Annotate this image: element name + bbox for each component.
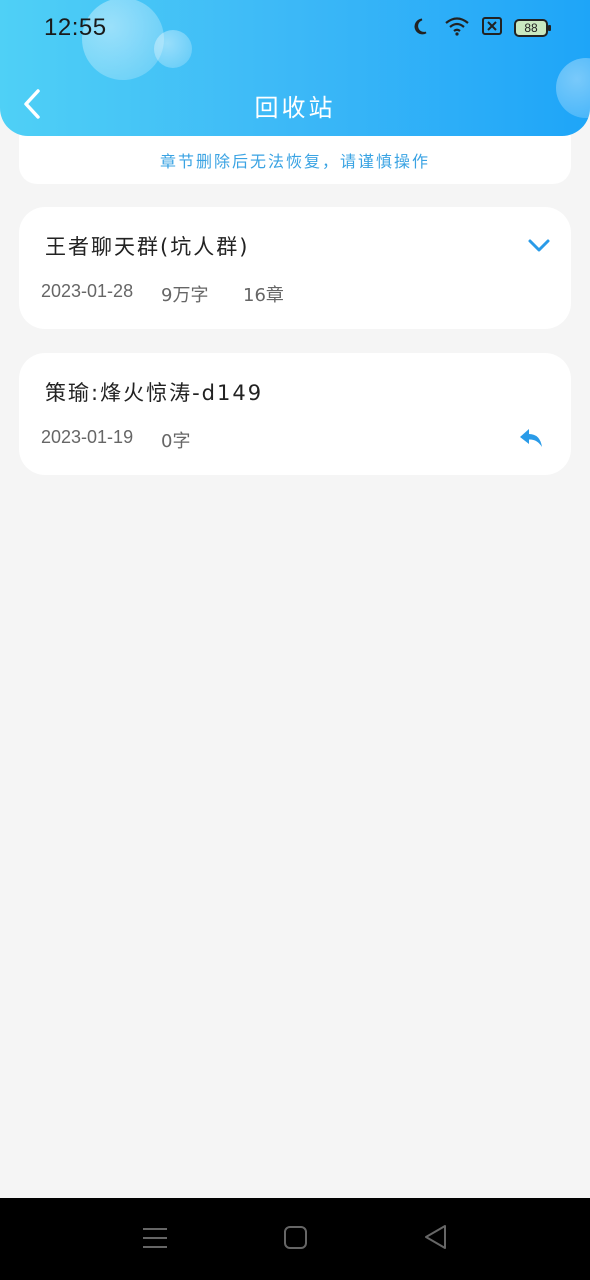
battery-icon: 88: [514, 19, 551, 37]
item-title: 策瑜:烽火惊涛-d149: [45, 381, 264, 405]
sim-x-icon: [482, 17, 502, 39]
home-icon: [284, 1226, 307, 1249]
item-word-count: 9万字: [161, 285, 209, 306]
item-word-count: 0字: [161, 431, 191, 452]
app-header: 12:55 88 回收站: [0, 0, 590, 136]
list-item[interactable]: 策瑜:烽火惊涛-d149 2023-01-19 0字: [19, 353, 571, 475]
system-back-button[interactable]: [421, 1220, 451, 1254]
status-time: 12:55: [44, 14, 107, 41]
item-date: 2023-01-19: [41, 427, 134, 447]
system-nav-bar: [0, 1198, 590, 1280]
page-title: 回收站: [254, 94, 336, 122]
menu-icon: [143, 1228, 167, 1248]
expand-button[interactable]: [527, 235, 551, 257]
list-item[interactable]: 王者聊天群(坑人群) 2023-01-28 9万字 16章: [19, 207, 571, 329]
item-meta: 2023-01-19 0字: [41, 427, 243, 453]
decor-bubble: [154, 30, 192, 68]
restore-button[interactable]: [519, 427, 543, 449]
item-title: 王者聊天群(坑人群): [45, 235, 250, 259]
moon-icon: [414, 17, 432, 39]
item-chapter-count: 16章: [243, 285, 284, 306]
status-icons: 88: [414, 16, 551, 40]
wifi-icon: [444, 16, 470, 40]
item-date: 2023-01-28: [41, 281, 134, 301]
item-meta: 2023-01-28 9万字 16章: [41, 281, 284, 307]
home-button[interactable]: [281, 1220, 311, 1254]
back-triangle-icon: [425, 1225, 446, 1249]
menu-button[interactable]: [140, 1220, 170, 1254]
chevron-down-icon: [528, 239, 550, 252]
warning-text: 章节删除后无法恢复，请谨慎操作: [159, 152, 430, 171]
restore-icon: [520, 429, 542, 447]
